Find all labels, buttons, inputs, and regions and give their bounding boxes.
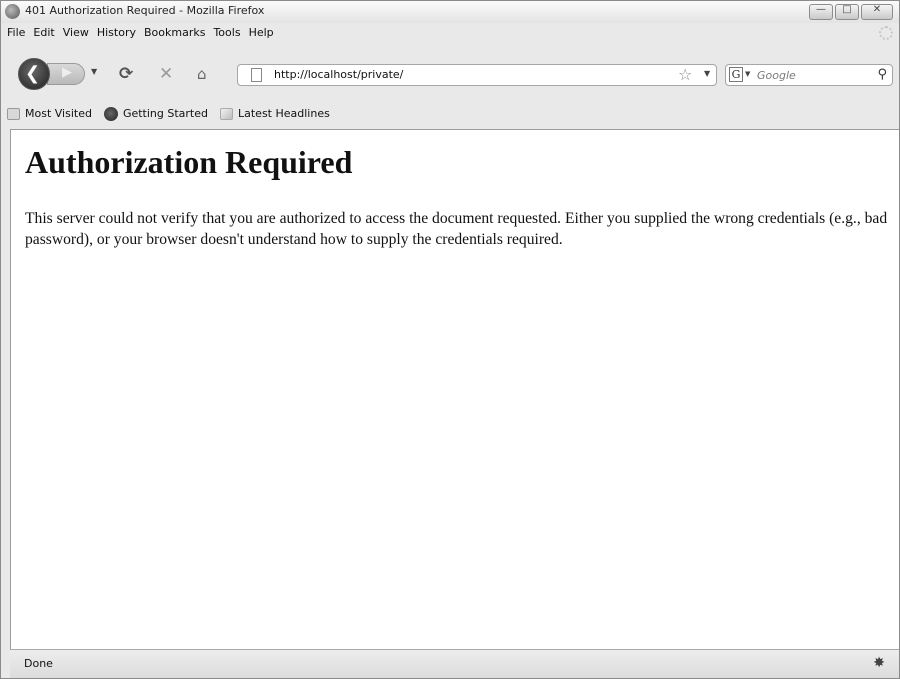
menu-history[interactable]: History xyxy=(97,26,136,39)
window-title: 401 Authorization Required - Mozilla Fir… xyxy=(25,4,265,17)
page-content: Authorization Required This server could… xyxy=(10,129,899,649)
magnifier-icon[interactable]: ⚲ xyxy=(877,67,887,82)
most-visited-icon xyxy=(7,107,20,120)
bookmark-label: Most Visited xyxy=(25,107,92,120)
bookmark-label: Latest Headlines xyxy=(238,107,330,120)
search-bar: G ▼ ⚲ xyxy=(725,64,893,86)
bookmark-latest-headlines[interactable]: Latest Headlines xyxy=(220,107,330,120)
menu-file[interactable]: File xyxy=(7,26,25,39)
getting-started-icon xyxy=(103,106,118,121)
page-body-text: This server could not verify that you ar… xyxy=(25,210,888,248)
engine-dropdown-icon[interactable]: ▼ xyxy=(745,70,750,78)
status-text: Done xyxy=(24,657,53,670)
back-arrow-icon: ❮ xyxy=(25,63,41,84)
forward-button[interactable]: ▶ xyxy=(47,63,85,85)
star-icon[interactable]: ☆ xyxy=(678,65,692,84)
bookmark-label: Getting Started xyxy=(122,107,208,120)
close-icon: ✕ xyxy=(872,4,882,15)
forward-arrow-icon: ▶ xyxy=(62,65,72,80)
page-icon xyxy=(251,68,262,82)
home-icon[interactable]: ⌂ xyxy=(197,65,207,83)
status-bar: Done ✸ xyxy=(10,649,899,678)
rss-feed-icon xyxy=(220,107,233,120)
resize-grip-icon[interactable]: ✸ xyxy=(873,655,885,671)
bookmark-most-visited[interactable]: Most Visited xyxy=(7,107,92,120)
menu-bookmarks[interactable]: Bookmarks xyxy=(144,26,205,39)
title-bar: 401 Authorization Required - Mozilla Fir… xyxy=(1,1,899,23)
close-button[interactable]: ✕ xyxy=(861,4,893,20)
reload-icon[interactable]: ⟳ xyxy=(119,64,133,84)
stop-icon[interactable]: ✕ xyxy=(159,64,173,84)
navigation-toolbar: ▶ ❮ ▼ ⟳ ✕ ⌂ http://localhost/private/ ☆ … xyxy=(1,42,899,98)
bookmark-getting-started[interactable]: Getting Started xyxy=(103,106,208,121)
menu-tools[interactable]: Tools xyxy=(213,26,240,39)
firefox-app-icon xyxy=(5,4,20,19)
minimize-button[interactable]: — xyxy=(809,4,833,20)
maximize-button[interactable]: □ xyxy=(835,4,859,20)
menu-bar: File Edit View History Bookmarks Tools H… xyxy=(1,23,899,42)
maximize-icon: □ xyxy=(842,4,852,15)
window-controls: — □ ✕ xyxy=(809,4,893,20)
url-text[interactable]: http://localhost/private/ xyxy=(274,68,403,81)
throbber-icon xyxy=(879,26,893,40)
page-heading: Authorization Required xyxy=(25,144,353,180)
back-button[interactable]: ❮ xyxy=(18,58,50,90)
url-dropdown-icon[interactable]: ▼ xyxy=(704,69,710,78)
url-bar[interactable]: http://localhost/private/ ☆ ▼ xyxy=(237,64,717,86)
bookmarks-toolbar: Most Visited Getting Started Latest Head… xyxy=(1,98,899,129)
history-dropdown-icon[interactable]: ▼ xyxy=(91,67,97,76)
search-input[interactable] xyxy=(757,67,867,83)
menu-view[interactable]: View xyxy=(63,26,89,39)
browser-window: 401 Authorization Required - Mozilla Fir… xyxy=(0,0,900,679)
search-engine-icon[interactable]: G xyxy=(729,67,743,82)
menu-help[interactable]: Help xyxy=(249,26,274,39)
minimize-icon: — xyxy=(816,4,826,15)
menu-edit[interactable]: Edit xyxy=(33,26,54,39)
